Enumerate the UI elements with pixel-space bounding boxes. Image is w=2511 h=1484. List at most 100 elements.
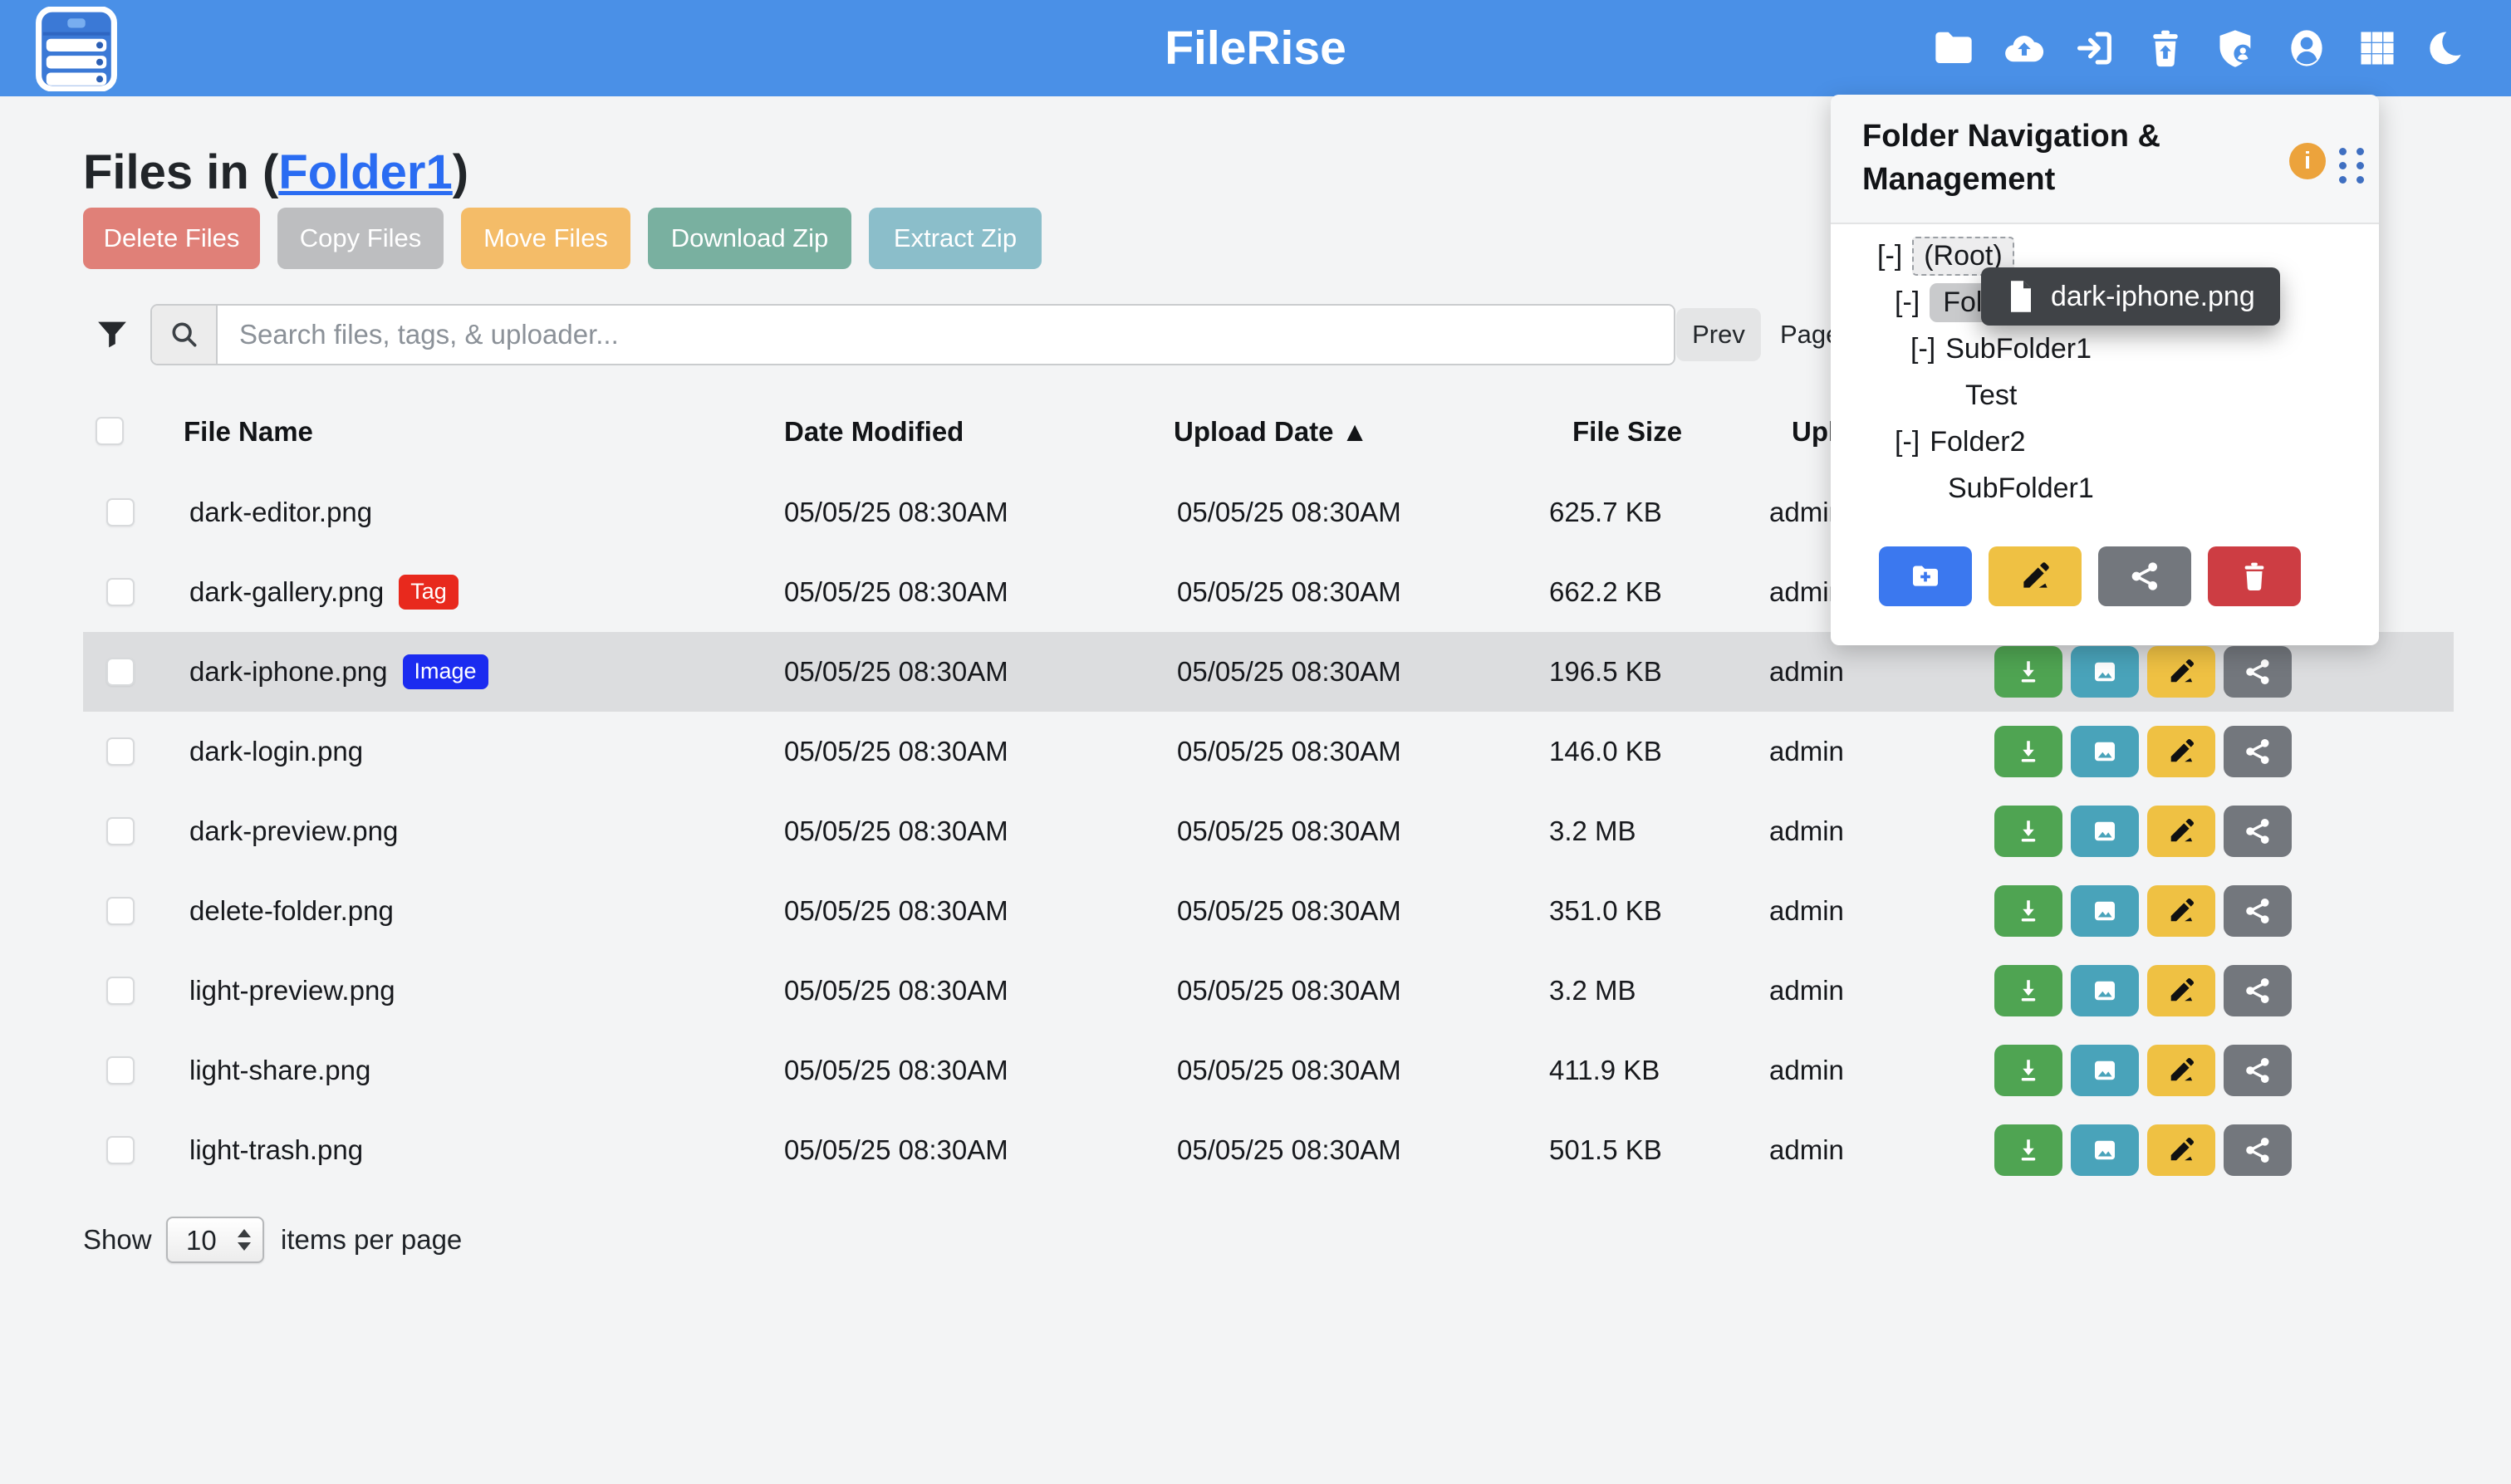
file-name[interactable]: light-trash.png	[189, 1134, 363, 1166]
sign-in-icon[interactable]	[2073, 27, 2116, 70]
file-name[interactable]: dark-iphone.png	[189, 656, 388, 688]
share-folder-button[interactable]	[2098, 546, 2191, 606]
download-button[interactable]	[1994, 1045, 2062, 1096]
folder-icon[interactable]	[1932, 27, 1975, 70]
file-name[interactable]: dark-login.png	[189, 736, 363, 767]
file-name[interactable]: dark-editor.png	[189, 497, 372, 528]
date-modified: 05/05/25 08:30AM	[784, 552, 1008, 632]
trash-restore-icon[interactable]	[2144, 27, 2187, 70]
row-actions	[1994, 885, 2292, 937]
download-button[interactable]	[1994, 806, 2062, 857]
share-button[interactable]	[2224, 726, 2292, 777]
table-row: light-trash.png 05/05/25 08:30AM 05/05/2…	[83, 1110, 2454, 1190]
select-all-checkbox[interactable]	[96, 417, 124, 445]
app-logo-menu-icon[interactable]	[35, 7, 118, 91]
share-button[interactable]	[2224, 646, 2292, 698]
row-checkbox[interactable]	[106, 897, 135, 925]
share-button[interactable]	[2224, 885, 2292, 937]
folder-panel-title: Folder Navigation & Management	[1862, 115, 2253, 201]
edit-rename-button[interactable]	[2147, 1124, 2215, 1176]
uploader: admin	[1769, 951, 1844, 1031]
current-folder-link[interactable]: Folder1	[278, 145, 453, 199]
row-actions	[1994, 1045, 2292, 1096]
file-size: 146.0 KB	[1549, 712, 1662, 791]
edit-rename-button[interactable]	[2147, 806, 2215, 857]
row-checkbox[interactable]	[106, 977, 135, 1005]
create-folder-button[interactable]	[1879, 546, 1972, 606]
column-header-upload-date[interactable]: Upload Date ▲	[1174, 412, 1368, 452]
delete-folder-button[interactable]	[2208, 546, 2301, 606]
row-checkbox[interactable]	[106, 578, 135, 606]
delete-files-button[interactable]: Delete Files	[83, 208, 260, 269]
file-name[interactable]: dark-gallery.png	[189, 576, 384, 608]
profile-icon[interactable]	[2285, 27, 2328, 70]
tree-label[interactable]: Folder2	[1930, 426, 2025, 458]
rename-folder-button[interactable]	[1989, 546, 2082, 606]
share-button[interactable]	[2224, 1045, 2292, 1096]
file-name[interactable]: delete-folder.png	[189, 895, 394, 927]
edit-rename-button[interactable]	[2147, 1045, 2215, 1096]
upload-date: 05/05/25 08:30AM	[1177, 1110, 1401, 1190]
user-shield-icon[interactable]	[2214, 27, 2258, 70]
drag-handle-icon[interactable]	[2339, 148, 2371, 188]
download-button[interactable]	[1994, 965, 2062, 1016]
date-modified: 05/05/25 08:30AM	[784, 1031, 1008, 1110]
download-button[interactable]	[1994, 1124, 2062, 1176]
share-button[interactable]	[2224, 1124, 2292, 1176]
edit-rename-button[interactable]	[2147, 726, 2215, 777]
column-header-file-name[interactable]: File Name	[184, 412, 313, 452]
per-page-select[interactable]: 10	[168, 1218, 262, 1261]
tree-label[interactable]: SubFolder1	[1948, 473, 2094, 505]
apps-grid-icon[interactable]	[2356, 27, 2399, 70]
preview-image-button[interactable]	[2071, 1045, 2139, 1096]
info-icon[interactable]: i	[2289, 143, 2326, 179]
prev-page-button[interactable]: Prev	[1676, 308, 1761, 361]
tree-toggle[interactable]: [-]	[1895, 287, 1920, 319]
row-checkbox[interactable]	[106, 1136, 135, 1164]
file-name[interactable]: light-preview.png	[189, 975, 395, 1006]
edit-rename-button[interactable]	[2147, 965, 2215, 1016]
column-header-date-modified[interactable]: Date Modified	[784, 412, 964, 452]
preview-image-button[interactable]	[2071, 646, 2139, 698]
preview-image-button[interactable]	[2071, 726, 2139, 777]
tree-toggle[interactable]: [-]	[1877, 240, 1902, 272]
filter-icon[interactable]	[93, 316, 131, 354]
column-header-file-size[interactable]: File Size	[1572, 412, 1682, 452]
table-row: light-share.png 05/05/25 08:30AM 05/05/2…	[83, 1031, 2454, 1110]
preview-image-button[interactable]	[2071, 1124, 2139, 1176]
copy-files-button[interactable]: Copy Files	[277, 208, 444, 269]
download-button[interactable]	[1994, 646, 2062, 698]
tree-label[interactable]: SubFolder1	[1945, 333, 2092, 365]
search-input[interactable]	[218, 306, 1674, 364]
share-button[interactable]	[2224, 965, 2292, 1016]
edit-rename-button[interactable]	[2147, 885, 2215, 937]
file-name[interactable]: light-share.png	[189, 1055, 370, 1086]
move-files-button[interactable]: Move Files	[461, 208, 630, 269]
dark-mode-icon[interactable]	[2426, 27, 2469, 70]
preview-image-button[interactable]	[2071, 885, 2139, 937]
download-button[interactable]	[1994, 885, 2062, 937]
date-modified: 05/05/25 08:30AM	[784, 871, 1008, 951]
download-button[interactable]	[1994, 726, 2062, 777]
cloud-upload-icon[interactable]	[2003, 27, 2046, 70]
row-checkbox[interactable]	[106, 498, 135, 527]
filerise-app: FileRise	[0, 0, 2511, 1484]
tree-toggle[interactable]: [-]	[1910, 333, 1935, 365]
preview-image-button[interactable]	[2071, 965, 2139, 1016]
row-actions	[1994, 965, 2292, 1016]
file-actions-toolbar: Delete Files Copy Files Move Files Downl…	[83, 208, 1042, 269]
table-row: dark-preview.png 05/05/25 08:30AM 05/05/…	[83, 791, 2454, 871]
row-checkbox[interactable]	[106, 1056, 135, 1085]
download-zip-button[interactable]: Download Zip	[648, 208, 851, 269]
page-title-suffix: )	[453, 145, 468, 199]
edit-rename-button[interactable]	[2147, 646, 2215, 698]
row-checkbox[interactable]	[106, 658, 135, 686]
file-name[interactable]: dark-preview.png	[189, 815, 398, 847]
row-checkbox[interactable]	[106, 817, 135, 845]
share-button[interactable]	[2224, 806, 2292, 857]
tree-toggle[interactable]: [-]	[1895, 426, 1920, 458]
row-checkbox[interactable]	[106, 737, 135, 766]
preview-image-button[interactable]	[2071, 806, 2139, 857]
extract-zip-button[interactable]: Extract Zip	[869, 208, 1042, 269]
tree-label[interactable]: Test	[1965, 380, 2017, 412]
